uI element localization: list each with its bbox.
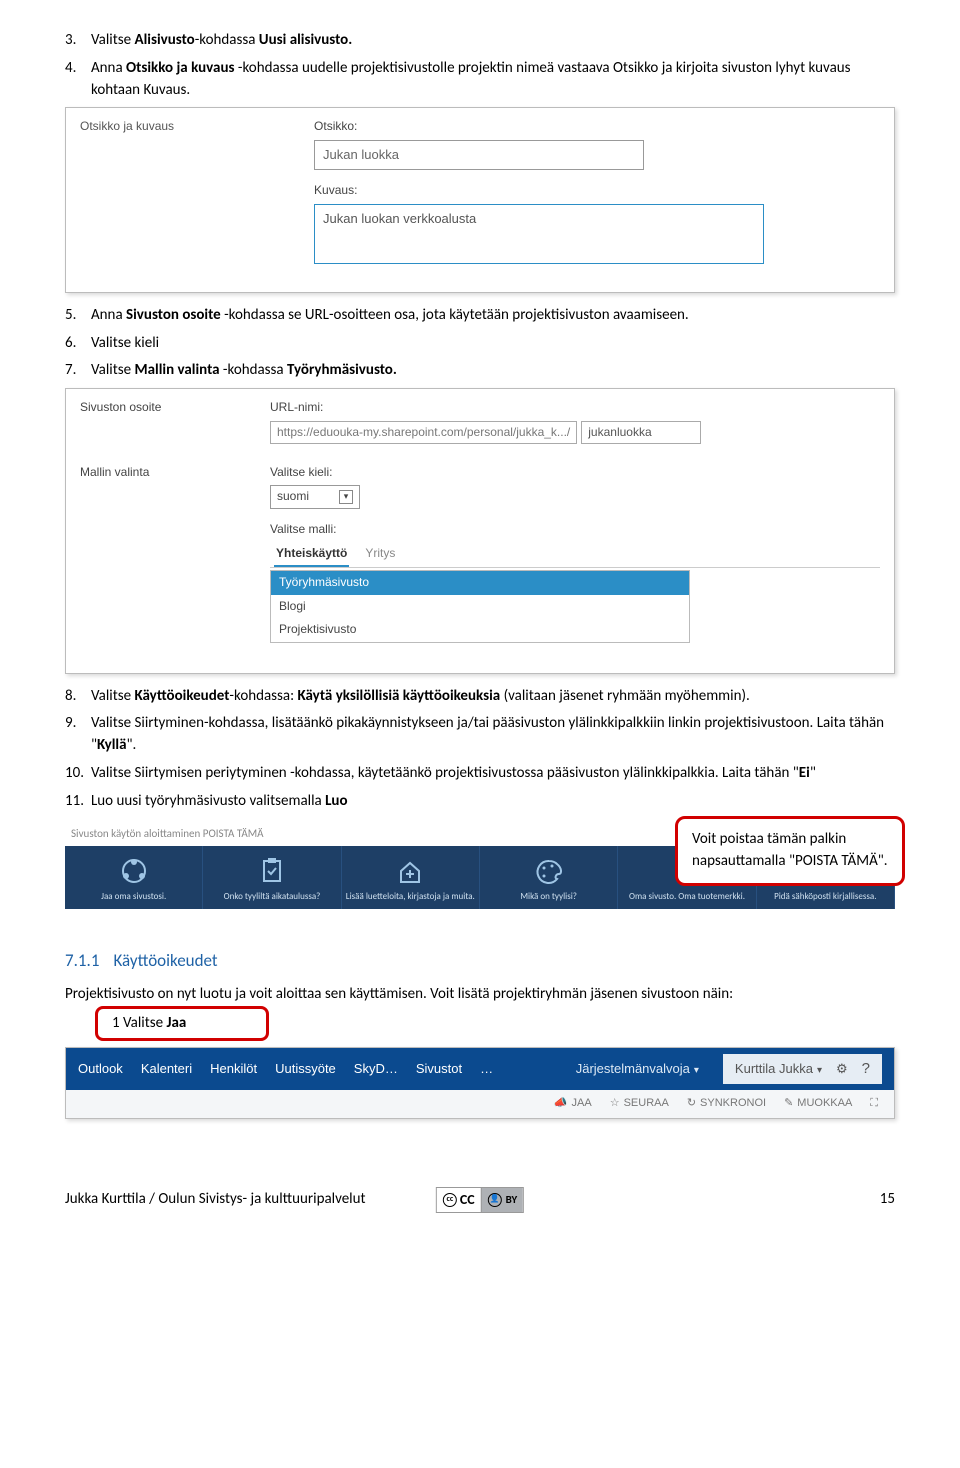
- star-icon: ☆: [610, 1096, 620, 1112]
- tile-add-lists[interactable]: Lisää luetteloita, kirjastoja ja muita.: [342, 846, 480, 909]
- tab-enterprise[interactable]: Yritys: [363, 542, 397, 567]
- chevron-down-icon: ▾: [694, 1065, 699, 1076]
- cc-license-badge: ccCC 👤BY: [436, 1187, 524, 1213]
- template-option[interactable]: Blogi: [271, 595, 689, 618]
- screenshot-title-description: Otsikko ja kuvaus Otsikko: Jukan luokka …: [65, 107, 895, 293]
- tile-schedule[interactable]: Onko tyyliltä aikataulussa?: [203, 846, 341, 909]
- action-jaa[interactable]: 📣JAA: [554, 1096, 592, 1112]
- step-number: 3.: [65, 30, 76, 52]
- share-icon: 📣: [554, 1096, 568, 1112]
- step-text: Valitse kieli: [91, 334, 159, 352]
- action-muokkaa[interactable]: ✎MUOKKAA: [784, 1096, 852, 1112]
- step-text: Anna Otsikko ja kuvaus -kohdassa uudelle…: [91, 59, 851, 99]
- panel-heading: Sivuston osoite: [80, 399, 270, 444]
- step-text: Valitse Siirtymisen periytyminen -kohdas…: [91, 764, 816, 782]
- section-heading: 7.1.1Käyttöoikeudet: [65, 949, 895, 974]
- admin-menu[interactable]: Järjestelmänvalvoja▾: [576, 1060, 699, 1079]
- nav-link[interactable]: Sivustot: [416, 1060, 462, 1079]
- tile-style[interactable]: Mikä on tyylisi?: [480, 846, 618, 909]
- palette-icon: [532, 856, 566, 886]
- field-label: Kuvaus:: [314, 182, 880, 199]
- template-option[interactable]: Projektisivusto: [271, 618, 689, 641]
- instruction-list: 8. Valitse Käyttöoikeudet-kohdassa: Käyt…: [65, 686, 895, 813]
- pencil-icon: ✎: [784, 1096, 793, 1112]
- step-number: 5.: [65, 305, 76, 327]
- url-input[interactable]: jukanluokka: [581, 421, 701, 444]
- step-text: Luo uusi työryhmäsivusto valitsemalla Lu…: [91, 792, 348, 810]
- getting-started-bar: Sivuston käytön aloittaminen POISTA TÄMÄ…: [65, 822, 895, 909]
- step-text: Anna Sivuston osoite -kohdassa se URL-os…: [91, 306, 689, 324]
- language-select[interactable]: suomi ▾: [270, 485, 360, 508]
- instruction-list: 5. Anna Sivuston osoite -kohdassa se URL…: [65, 305, 895, 382]
- nav-link[interactable]: Uutissyöte: [275, 1060, 336, 1079]
- expand-icon[interactable]: ⛶: [870, 1096, 878, 1112]
- panel-heading: Mallin valinta: [80, 464, 270, 643]
- footer-author: Jukka Kurttila / Oulun Sivistys- ja kult…: [65, 1189, 366, 1211]
- step-number: 8.: [65, 686, 76, 708]
- nav-more[interactable]: …: [480, 1060, 493, 1079]
- sync-icon: ↻: [687, 1096, 696, 1112]
- field-label: Otsikko:: [314, 118, 880, 135]
- callout-remove-bar: Voit poistaa tämän palkin napsauttamalla…: [675, 816, 905, 886]
- step-text: Valitse Alisivusto-kohdassa Uusi alisivu…: [91, 31, 352, 49]
- template-listbox[interactable]: Työryhmäsivusto Blogi Projektisivusto: [270, 570, 690, 642]
- house-plus-icon: [393, 856, 427, 886]
- field-label: Valitse kieli:: [270, 464, 880, 481]
- gear-icon[interactable]: ⚙: [836, 1060, 848, 1079]
- step-number: 4.: [65, 58, 76, 80]
- nav-link[interactable]: Henkilöt: [210, 1060, 257, 1079]
- chevron-down-icon: ▾: [339, 490, 353, 504]
- clipboard-icon: [255, 856, 289, 886]
- page-footer: Jukka Kurttila / Oulun Sivistys- ja kult…: [65, 1189, 895, 1211]
- nav-link[interactable]: SkyD…: [354, 1060, 398, 1079]
- user-menu[interactable]: Kurttila Jukka▾: [735, 1060, 822, 1079]
- template-tabs: Yhteiskäyttö Yritys: [270, 542, 880, 568]
- instruction-list: 3. Valitse Alisivusto-kohdassa Uusi alis…: [65, 30, 895, 101]
- template-option[interactable]: Työryhmäsivusto: [271, 571, 689, 594]
- action-synkronoi[interactable]: ↻SYNKRONOI: [687, 1096, 766, 1112]
- url-prefix: https://eduouka-my.sharepoint.com/person…: [270, 421, 577, 444]
- share-icon: [117, 856, 151, 886]
- step-number: 9.: [65, 713, 76, 735]
- section-paragraph: Projektisivusto on nyt luotu ja voit alo…: [65, 984, 895, 1042]
- field-label: Valitse malli:: [270, 521, 880, 538]
- step-text: Valitse Käyttöoikeudet-kohdassa: Käytä y…: [91, 687, 750, 705]
- screenshot-site-address: Sivuston osoite URL-nimi: https://eduouk…: [65, 388, 895, 674]
- field-label: URL-nimi:: [270, 399, 880, 416]
- person-icon: 👤: [488, 1193, 502, 1207]
- screenshot-sharepoint-toolbar: Outlook Kalenteri Henkilöt Uutissyöte Sk…: [65, 1047, 895, 1119]
- step-number: 6.: [65, 333, 76, 355]
- step-number: 10.: [65, 763, 84, 785]
- nav-link[interactable]: Kalenteri: [141, 1060, 192, 1079]
- chevron-down-icon: ▾: [817, 1065, 822, 1076]
- cc-icon: cc: [443, 1193, 457, 1207]
- step-text: Valitse Mallin valinta -kohdassa Työryhm…: [91, 361, 397, 379]
- panel-heading: Otsikko ja kuvaus: [80, 118, 174, 276]
- step-number: 11.: [65, 791, 84, 813]
- action-seuraa[interactable]: ☆SEURAA: [610, 1096, 669, 1112]
- description-textarea[interactable]: Jukan luokan verkkoalusta: [314, 204, 764, 264]
- page-number: 15: [880, 1189, 895, 1211]
- tile-share[interactable]: Jaa oma sivustosi.: [65, 846, 203, 909]
- title-input[interactable]: Jukan luokka: [314, 140, 644, 171]
- step-text: Valitse Siirtyminen-kohdassa, lisätäänkö…: [91, 714, 884, 754]
- nav-link[interactable]: Outlook: [78, 1060, 123, 1079]
- step-number: 7.: [65, 360, 76, 382]
- tab-collaboration[interactable]: Yhteiskäyttö: [274, 542, 349, 567]
- help-icon[interactable]: ?: [862, 1058, 870, 1080]
- callout-select-jaa: 1 Valitse Jaa: [95, 1006, 269, 1042]
